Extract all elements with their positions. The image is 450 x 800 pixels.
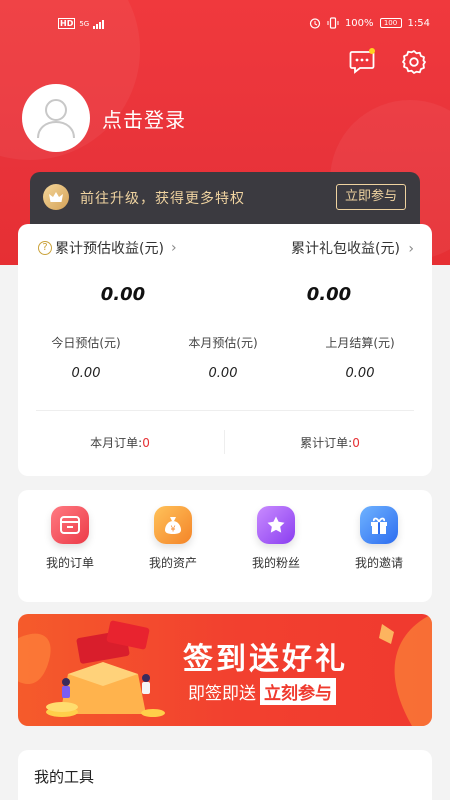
top-actions xyxy=(348,48,428,76)
my-orders-button[interactable]: 我的订单 xyxy=(30,506,110,571)
order-icon xyxy=(51,506,89,544)
network-type: HD xyxy=(58,18,76,29)
chevron-right-icon: › xyxy=(408,241,414,257)
total-orders-value: 0 xyxy=(352,436,360,450)
question-icon[interactable]: ? xyxy=(38,241,52,255)
month-estimated-value: 0.00 xyxy=(208,366,238,381)
banner-subtitle: 即签即送 xyxy=(188,684,256,704)
gear-icon xyxy=(402,50,426,74)
avatar[interactable] xyxy=(22,84,90,152)
vip-upgrade-bar: 前往升级，获得更多特权 立即参与 xyxy=(30,172,420,224)
month-orders: 本月订单:0 xyxy=(40,434,200,451)
user-icon xyxy=(37,99,75,139)
total-gift-value: 0.00 xyxy=(306,284,352,305)
checkin-banner[interactable]: 签到送好礼 即签即送 立刻参与 xyxy=(18,614,432,726)
vibrate-icon xyxy=(327,17,339,29)
total-gift-label: 累计礼包收益(元) xyxy=(291,241,400,257)
vip-join-button[interactable]: 立即参与 xyxy=(335,184,406,210)
alarm-icon xyxy=(309,18,321,29)
banner-title: 签到送好礼 xyxy=(183,642,348,677)
total-orders: 累计订单:0 xyxy=(250,434,410,451)
battery-icon: 100 xyxy=(379,18,402,28)
total-gift-link[interactable]: 累计礼包收益(元) › xyxy=(291,238,414,258)
month-estimated-label: 本月预估(元) xyxy=(188,336,258,350)
status-right: 100% 100 1:54 xyxy=(309,17,430,29)
status-left: HD 5G xyxy=(58,18,105,29)
tools-title: 我的工具 xyxy=(34,768,95,786)
money-bag-icon: ¥ xyxy=(154,506,192,544)
total-estimated-value: 0.00 xyxy=(100,284,146,305)
my-assets-button[interactable]: ¥ 我的资产 xyxy=(133,506,213,571)
banner-illustration xyxy=(18,620,165,717)
tools-section: 我的工具 xyxy=(18,750,432,800)
my-invites-button[interactable]: 我的邀请 xyxy=(339,506,419,571)
divider xyxy=(36,410,414,411)
month-orders-label: 本月订单: xyxy=(90,436,143,450)
settings-button[interactable] xyxy=(400,48,428,76)
unread-dot xyxy=(369,48,375,54)
my-fans-label: 我的粉丝 xyxy=(251,556,300,570)
login-link[interactable]: 点击登录 xyxy=(102,104,186,133)
month-orders-value: 0 xyxy=(142,436,150,450)
my-fans-button[interactable]: 我的粉丝 xyxy=(236,506,316,571)
star-icon xyxy=(257,506,295,544)
total-estimated-link[interactable]: ? 累计预估收益(元) › xyxy=(38,238,177,258)
function-grid: 我的订单 ¥ 我的资产 我的粉丝 我的邀请 xyxy=(18,490,432,602)
total-estimated-label: 累计预估收益(元) xyxy=(55,241,164,257)
my-assets-label: 我的资产 xyxy=(148,556,197,570)
total-orders-label: 累计订单: xyxy=(300,436,353,450)
banner-join-button[interactable]: 立刻参与 xyxy=(260,678,336,705)
chevron-right-icon: › xyxy=(170,240,177,256)
gift-icon xyxy=(360,506,398,544)
message-button[interactable] xyxy=(348,48,376,76)
vip-promo-text: 前往升级，获得更多特权 xyxy=(80,191,245,207)
divider xyxy=(224,430,225,454)
leaf-decor xyxy=(379,614,432,726)
signal-label: 5G xyxy=(79,19,90,28)
today-estimated-value: 0.00 xyxy=(71,366,101,381)
clock: 1:54 xyxy=(407,17,430,29)
signal-icon xyxy=(93,19,105,29)
banner-subtitle-row: 即签即送 立刻参与 xyxy=(188,678,336,705)
my-orders-label: 我的订单 xyxy=(45,556,94,570)
earnings-card: ? 累计预估收益(元) › 累计礼包收益(元) › 0.00 0.00 今日预估… xyxy=(18,224,432,476)
battery-percent: 100% xyxy=(344,17,374,29)
battery-level: 100 xyxy=(383,19,398,27)
crown-icon xyxy=(43,184,69,210)
my-invites-label: 我的邀请 xyxy=(354,556,403,570)
last-month-settled-value: 0.00 xyxy=(345,366,375,381)
today-estimated-label: 今日预估(元) xyxy=(51,336,121,350)
svg-text:¥: ¥ xyxy=(170,525,175,534)
status-bar: HD 5G 100% 100 1:54 xyxy=(0,0,450,32)
last-month-settled-label: 上月结算(元) xyxy=(325,336,395,350)
